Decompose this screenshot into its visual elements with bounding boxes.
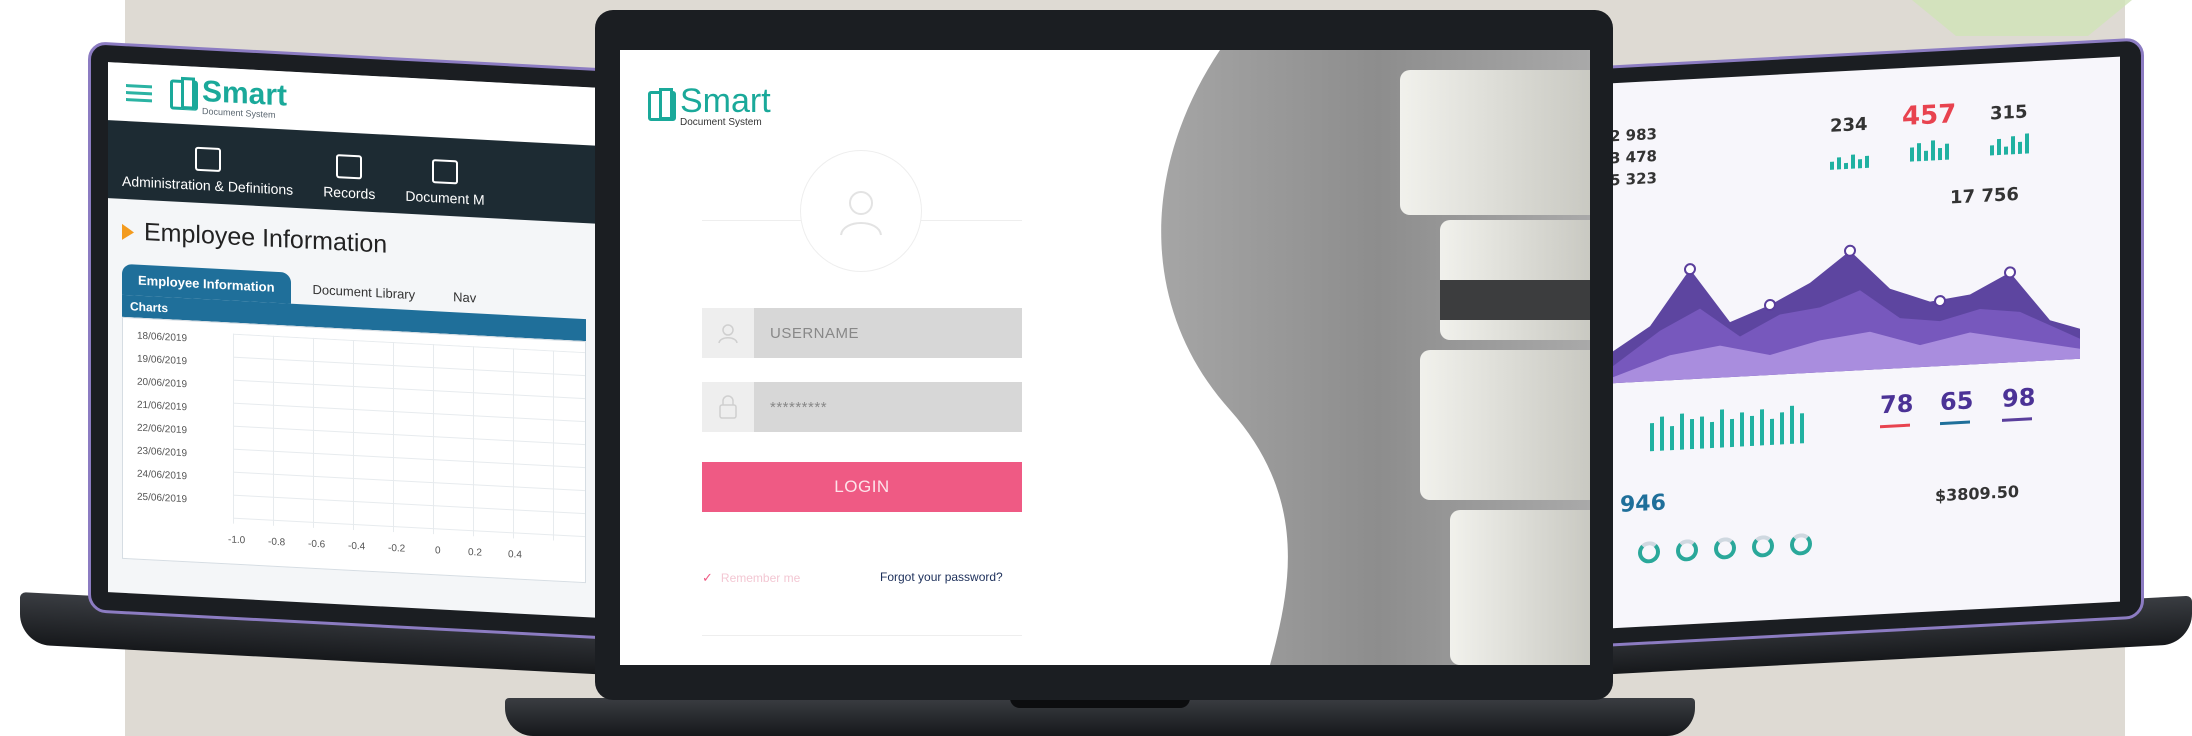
x-label: -1.0 <box>228 534 246 547</box>
forgot-password-link[interactable]: Forgot your password? <box>880 570 1003 584</box>
bottom-value: 946 <box>1620 490 1666 518</box>
monitor-icon <box>194 146 221 173</box>
row-label: 22/06/2019 <box>137 422 188 437</box>
row-label: 24/06/2019 <box>137 468 188 483</box>
document-icon <box>432 159 458 185</box>
stat-value: 78 <box>1880 389 1914 420</box>
logo-icon <box>648 88 676 121</box>
smart-logo: Smart Document System <box>648 84 771 128</box>
x-label: 0.4 <box>508 549 522 561</box>
admin-screen: Smart Document System Administration & D… <box>108 62 600 618</box>
x-label: 0 <box>435 545 441 557</box>
dashboard-screen: 2 983 3 478 5 323 234 457 315 17 756 78 … <box>1610 56 2120 629</box>
admin-content: Employee Information Employee Informatio… <box>108 198 600 602</box>
donut-chart <box>1638 540 1660 564</box>
password-field[interactable]: ********* <box>702 382 1022 432</box>
user-icon <box>702 308 754 358</box>
employee-chart: 18/06/2019 19/06/2019 20/06/2019 21/06/2… <box>122 316 586 584</box>
x-label: 0.2 <box>468 546 482 559</box>
row-label: 18/06/2019 <box>137 330 188 345</box>
area-chart <box>1610 244 2080 384</box>
login-screen: Smart Document System USERNAME *********… <box>620 50 1590 665</box>
arrow-icon <box>122 223 134 240</box>
username-placeholder: USERNAME <box>770 324 860 342</box>
row-label: 20/06/2019 <box>137 376 188 391</box>
binder-spine <box>1440 280 1590 320</box>
mini-bar-chart <box>1830 146 1869 170</box>
list-value: 3 478 <box>1610 146 1657 168</box>
chart-grid <box>233 333 585 543</box>
mini-bar-chart <box>1990 131 2029 156</box>
remember-me-checkbox[interactable]: ✓ Remember me <box>702 570 800 586</box>
nav-item-administration[interactable]: Administration & Definitions <box>122 143 293 198</box>
nav-label: Document M <box>405 187 485 208</box>
lock-icon <box>702 382 754 432</box>
nav-item-document[interactable]: Document M <box>405 158 485 208</box>
password-value: ********* <box>770 398 828 416</box>
list-value: 2 983 <box>1610 124 1657 146</box>
stat-value: 98 <box>2002 383 2036 413</box>
bar-chart <box>1650 403 1804 452</box>
binder-image <box>1450 510 1590 665</box>
login-button[interactable]: LOGIN <box>702 462 1022 512</box>
x-label: -0.8 <box>268 536 286 549</box>
row-label: 19/06/2019 <box>137 353 188 368</box>
page-title: Employee Information <box>122 217 586 270</box>
nav-label: Records <box>323 183 376 203</box>
row-label: 21/06/2019 <box>137 399 188 414</box>
x-label: -0.2 <box>388 542 406 555</box>
mini-bar-chart <box>1910 138 1949 162</box>
top-value: 234 <box>1830 113 1868 137</box>
x-label: -0.4 <box>348 540 366 553</box>
smart-logo: Smart Document System <box>170 75 287 120</box>
binder-image <box>1400 70 1590 215</box>
menu-icon[interactable] <box>126 83 152 102</box>
folder-icon <box>336 154 363 180</box>
donut-chart <box>1752 534 1774 558</box>
donut-chart <box>1676 538 1698 562</box>
donut-chart <box>1714 536 1736 560</box>
stat-value: 65 <box>1940 386 1974 417</box>
donut-chart <box>1790 532 1812 556</box>
nav-item-records[interactable]: Records <box>323 153 375 202</box>
remember-label: Remember me <box>720 571 801 585</box>
x-label: -0.6 <box>308 538 326 551</box>
logo-icon <box>170 79 198 111</box>
wave-divider <box>1100 50 1288 665</box>
top-value: 315 <box>1990 101 2028 125</box>
top-value-highlight: 457 <box>1902 99 1957 133</box>
logo-subtitle: Document System <box>680 117 762 128</box>
row-label: 25/06/2019 <box>137 491 188 506</box>
binder-image <box>1420 350 1590 500</box>
row-label: 23/06/2019 <box>137 445 188 460</box>
logo-word: Smart <box>680 82 771 120</box>
list-value: 5 323 <box>1610 168 1657 190</box>
user-avatar-icon <box>800 150 922 272</box>
divider <box>702 635 1022 636</box>
big-value: 17 756 <box>1950 183 2019 209</box>
nav-label: Administration & Definitions <box>122 172 294 198</box>
tab-nav[interactable]: Nav <box>437 280 492 314</box>
bottom-value: $3809.50 <box>1935 481 2020 506</box>
page-title-text: Employee Information <box>144 217 388 259</box>
check-icon: ✓ <box>702 570 713 585</box>
username-field[interactable]: USERNAME <box>702 308 1022 358</box>
